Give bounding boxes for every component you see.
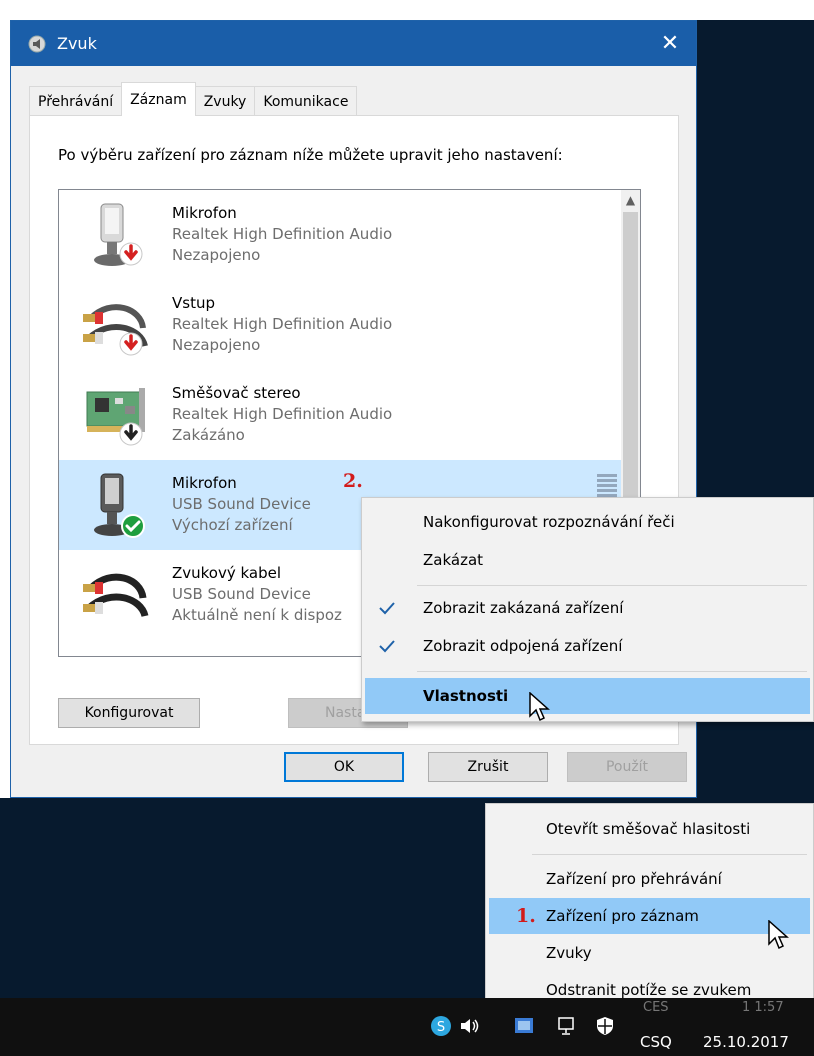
device-context-menu: Nakonfigurovat rozpoznávání řeči Zakázat… <box>361 497 814 722</box>
scroll-up-icon[interactable]: ▲ <box>621 190 640 210</box>
device-driver: Realtek High Definition Audio <box>172 315 393 333</box>
apply-button[interactable]: Použít <box>567 752 687 782</box>
taskbar <box>0 998 814 1056</box>
window-title: Zvuk <box>57 34 97 53</box>
menu-separator <box>417 585 807 586</box>
disabled-badge-icon <box>119 422 143 446</box>
tab-strip: Přehrávání Záznam Zvuky Komunikace <box>29 82 358 116</box>
mouse-cursor-icon <box>768 920 789 950</box>
tab-label: Záznam <box>130 91 187 108</box>
menu-item-label: Odstranit potíže se zvukem <box>546 981 752 999</box>
app-tray-icon[interactable] <box>513 1015 535 1037</box>
menu-item-label: Vlastnosti <box>423 687 509 705</box>
rca-cable-icon <box>83 573 149 618</box>
checkmark-icon <box>379 640 395 653</box>
shield-tray-icon[interactable] <box>594 1015 616 1037</box>
default-check-badge-icon <box>121 514 145 538</box>
checkmark-icon <box>379 602 395 615</box>
menu-item-playback-devices[interactable]: Zařízení pro přehrávání <box>489 861 810 897</box>
device-row[interactable]: Vstup Realtek High Definition Audio Neza… <box>59 280 622 370</box>
menu-separator <box>417 671 807 672</box>
menu-item-label: Zařízení pro přehrávání <box>546 870 722 888</box>
configure-button[interactable]: Konfigurovat <box>58 698 200 728</box>
button-label: Použít <box>605 759 649 775</box>
device-status: Aktuálně není k dispoz <box>172 606 342 624</box>
menu-item-disable[interactable]: Zakázat <box>365 542 810 578</box>
sound-card-icon <box>86 388 145 446</box>
clock-date[interactable]: 25.10.2017 <box>703 1033 789 1051</box>
annotation-2: 2. <box>343 470 363 492</box>
menu-item-configure-speech[interactable]: Nakonfigurovat rozpoznávání řeči <box>365 504 810 540</box>
menu-item-label: Zvuky <box>546 944 592 962</box>
menu-item-volume-mixer[interactable]: Otevřít směšovač hlasitosti <box>489 811 810 847</box>
disconnected-badge-icon <box>119 332 143 356</box>
disconnected-badge-icon <box>119 242 143 266</box>
device-driver: USB Sound Device <box>172 585 311 603</box>
menu-item-sounds[interactable]: Zvuky <box>489 935 810 971</box>
microphone-icon <box>94 203 143 266</box>
device-status: Nezapojeno <box>172 336 261 354</box>
device-status: Výchozí zařízení <box>172 516 293 534</box>
title-bar[interactable]: Zvuk ✕ <box>11 21 696 66</box>
device-name: Mikrofon <box>172 474 237 492</box>
instruction-text: Po výběru zařízení pro záznam níže můžet… <box>58 146 563 164</box>
button-label: OK <box>333 759 355 775</box>
scroll-thumb[interactable] <box>623 212 638 512</box>
tray-language-faded: CES <box>643 1000 669 1015</box>
menu-item-label: Zobrazit zakázaná zařízení <box>423 599 624 617</box>
tab-label: Zvuky <box>203 93 247 110</box>
rca-cable-icon <box>83 304 148 356</box>
annotation-1: 1. <box>516 905 536 927</box>
device-driver: Realtek High Definition Audio <box>172 225 393 243</box>
speaker-app-icon <box>28 35 46 52</box>
device-driver: USB Sound Device <box>172 495 311 513</box>
device-name: Zvukový kabel <box>172 564 282 582</box>
menu-item-show-disconnected[interactable]: Zobrazit odpojená zařízení <box>365 628 810 664</box>
tab-playback[interactable]: Přehrávání <box>29 86 123 116</box>
tab-communications[interactable]: Komunikace <box>254 86 358 116</box>
device-row[interactable]: Směšovač stereo Realtek High Definition … <box>59 370 622 460</box>
menu-item-label: Zobrazit odpojená zařízení <box>423 637 623 655</box>
tray-context-menu: Otevřít směšovač hlasitosti Zařízení pro… <box>485 803 814 1018</box>
skype-tray-icon[interactable]: S <box>430 1015 452 1037</box>
device-name: Mikrofon <box>172 204 237 222</box>
ok-button[interactable]: OK <box>284 752 404 782</box>
close-button[interactable]: ✕ <box>654 27 686 59</box>
network-tray-icon[interactable] <box>556 1015 578 1037</box>
cancel-button[interactable]: Zrušit <box>428 752 548 782</box>
close-icon: ✕ <box>660 30 680 56</box>
desktop-top-strip <box>0 0 814 20</box>
tab-recording[interactable]: Záznam <box>121 82 196 116</box>
button-label: Nasta <box>325 705 366 721</box>
menu-item-label: Zakázat <box>423 551 484 569</box>
menu-item-label: Otevřít směšovač hlasitosti <box>546 820 751 838</box>
menu-item-show-disabled[interactable]: Zobrazit zakázaná zařízení <box>365 590 810 626</box>
device-row[interactable]: Mikrofon Realtek High Definition Audio N… <box>59 190 622 280</box>
menu-item-properties[interactable]: Vlastnosti <box>365 678 810 714</box>
device-driver: Realtek High Definition Audio <box>172 405 393 423</box>
tab-sounds[interactable]: Zvuky <box>194 86 256 116</box>
device-status: Nezapojeno <box>172 246 261 264</box>
menu-item-recording-devices[interactable]: 1. Zařízení pro záznam <box>489 898 810 934</box>
volume-tray-icon[interactable] <box>458 1015 480 1037</box>
device-status: Zakázáno <box>172 426 245 444</box>
menu-item-label: Zařízení pro záznam <box>546 907 699 925</box>
svg-text:S: S <box>437 1020 445 1035</box>
microphone-icon <box>94 473 145 538</box>
tray-time-faded: 1 1:57 <box>742 1000 784 1015</box>
device-name: Směšovač stereo <box>172 384 301 402</box>
tab-label: Přehrávání <box>38 93 114 110</box>
input-language[interactable]: CSQ <box>640 1033 672 1051</box>
menu-separator <box>532 854 807 855</box>
button-label: Konfigurovat <box>84 705 174 721</box>
menu-item-label: Nakonfigurovat rozpoznávání řeči <box>423 513 675 531</box>
tab-label: Komunikace <box>263 93 349 110</box>
device-name: Vstup <box>172 294 215 312</box>
mouse-cursor-icon <box>529 692 550 722</box>
button-label: Zrušit <box>467 759 509 775</box>
